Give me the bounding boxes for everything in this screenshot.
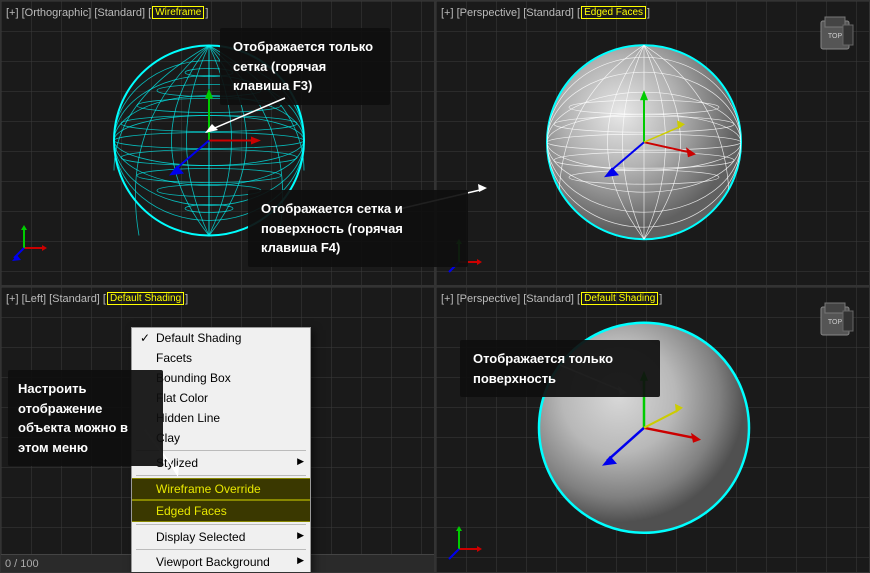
vp-bracket-tr: [+] [Perspective] [Standard] [: [441, 7, 580, 19]
vp-bracket-close: ]: [205, 7, 208, 19]
viewport-top-left[interactable]: [+] [Orthographic] [Standard] [Wireframe…: [0, 0, 435, 286]
viewport-label-top-left[interactable]: [+] [Orthographic] [Standard] [Wireframe…: [6, 6, 208, 19]
edged-sphere-svg: [539, 37, 749, 247]
nav-cube-br-svg: TOP: [811, 297, 859, 345]
nav-cube-br[interactable]: TOP: [811, 297, 859, 345]
vp-mode-bl[interactable]: Default Shading: [107, 292, 184, 305]
viewport-bottom-left[interactable]: [+] [Left] [Standard] [Default Shading] …: [0, 286, 435, 573]
wireframe-sphere-svg: [109, 41, 309, 241]
menu-item-display-selected[interactable]: Display Selected: [132, 527, 310, 547]
svg-text:TOP: TOP: [828, 319, 843, 326]
axis-gizmo-br: [444, 519, 489, 564]
menu-item-facets[interactable]: Facets: [132, 348, 310, 368]
vp-bracket-tr-close: ]: [647, 7, 650, 19]
menu-sep-1: [136, 450, 306, 451]
solid-sphere-container: [529, 313, 759, 548]
menu-item-viewport-bg[interactable]: Viewport Background: [132, 552, 310, 572]
axis-gizmo-tl: [9, 218, 54, 263]
menu-item-bounding-box[interactable]: Bounding Box: [132, 368, 310, 388]
viewport-bottom-right[interactable]: [+] [Perspective] [Standard] [Default Sh…: [435, 286, 870, 573]
vp-bracket: [+] [Orthographic] [Standard] [: [6, 7, 151, 19]
menu-item-hidden-line[interactable]: Hidden Line: [132, 408, 310, 428]
menu-item-wireframe-override[interactable]: Wireframe Override: [132, 478, 310, 500]
nav-cube-tr[interactable]: TOP: [811, 11, 859, 59]
wireframe-sphere-container: [109, 41, 309, 246]
edged-sphere-container: [539, 37, 749, 252]
vp-mode-wireframe[interactable]: Wireframe: [152, 6, 204, 19]
menu-item-default-shading[interactable]: Default Shading: [132, 328, 310, 348]
menu-item-edged-faces[interactable]: Edged Faces: [132, 500, 310, 522]
context-menu: Default Shading Facets Bounding Box Flat…: [131, 327, 311, 573]
viewport-top-right[interactable]: [+] [Perspective] [Standard] [Edged Face…: [435, 0, 870, 286]
viewport-label-top-right[interactable]: [+] [Perspective] [Standard] [Edged Face…: [441, 6, 650, 19]
status-range: 0 / 100: [5, 558, 39, 570]
viewport-label-bottom-right[interactable]: [+] [Perspective] [Standard] [Default Sh…: [441, 292, 662, 305]
nav-cube-svg: TOP: [811, 11, 859, 59]
menu-sep-4: [136, 549, 306, 550]
svg-text:TOP: TOP: [828, 33, 843, 40]
vp-mode-edged[interactable]: Edged Faces: [581, 6, 646, 19]
menu-item-flat-color[interactable]: Flat Color: [132, 388, 310, 408]
viewport-label-bottom-left[interactable]: [+] [Left] [Standard] [Default Shading]: [6, 292, 188, 305]
vp-mode-br[interactable]: Default Shading: [581, 292, 658, 305]
menu-sep-2: [136, 475, 306, 476]
menu-item-stylized[interactable]: Stylized: [132, 453, 310, 473]
menu-item-clay[interactable]: Clay: [132, 428, 310, 448]
solid-sphere-svg: [529, 313, 759, 543]
main-container: [+] [Orthographic] [Standard] [Wireframe…: [0, 0, 870, 573]
menu-sep-3: [136, 524, 306, 525]
axis-gizmo-tr: [444, 232, 489, 277]
